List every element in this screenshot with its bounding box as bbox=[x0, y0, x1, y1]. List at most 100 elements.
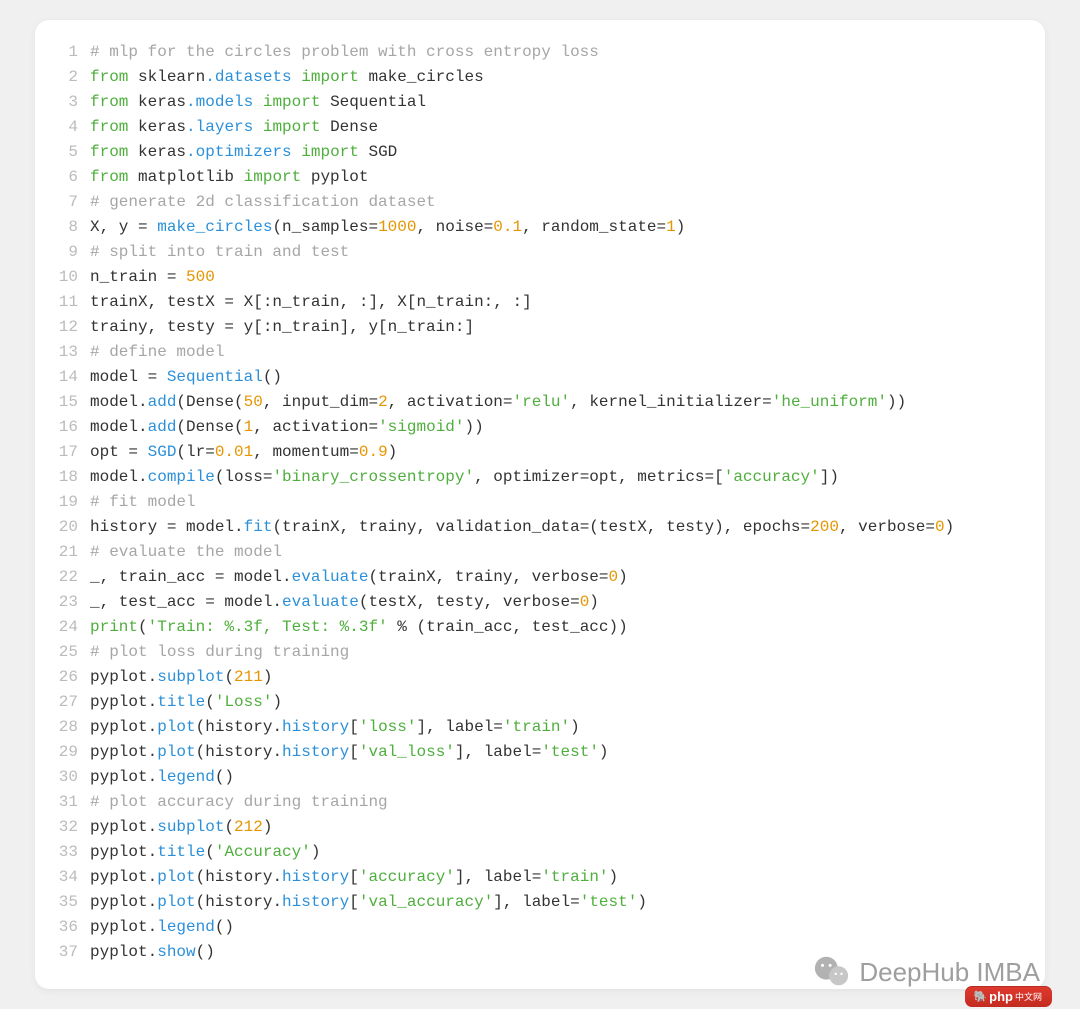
code-token: 0 bbox=[580, 593, 590, 611]
line-content: model.compile(loss='binary_crossentropy'… bbox=[90, 465, 839, 490]
line-number: 4 bbox=[50, 115, 78, 140]
code-token: pyplot. bbox=[90, 718, 157, 736]
php-elephant-icon: 🐘 bbox=[973, 990, 987, 1003]
line-content: pyplot.plot(history.history['accuracy'],… bbox=[90, 865, 618, 890]
code-line: 26pyplot.subplot(211) bbox=[50, 665, 1030, 690]
line-content: trainX, testX = X[:n_train, :], X[n_trai… bbox=[90, 290, 532, 315]
code-token: pyplot bbox=[311, 168, 369, 186]
line-number: 21 bbox=[50, 540, 78, 565]
code-token: pyplot. bbox=[90, 893, 157, 911]
code-token: 'Loss' bbox=[215, 693, 273, 711]
line-number: 29 bbox=[50, 740, 78, 765]
line-number: 27 bbox=[50, 690, 78, 715]
line-content: _, train_acc = model.evaluate(trainX, tr… bbox=[90, 565, 628, 590]
code-token: Sequential bbox=[330, 93, 426, 111]
line-content: pyplot.legend() bbox=[90, 765, 234, 790]
code-token: )) bbox=[887, 393, 906, 411]
code-token: from bbox=[90, 93, 138, 111]
code-token: plot bbox=[157, 743, 195, 761]
code-token: .models bbox=[186, 93, 253, 111]
line-number: 25 bbox=[50, 640, 78, 665]
code-token: (testX, testy, verbose= bbox=[359, 593, 580, 611]
code-token: pyplot. bbox=[90, 743, 157, 761]
code-token: 'Train: %.3f, Test: %.3f' bbox=[148, 618, 388, 636]
code-token: [ bbox=[349, 868, 359, 886]
code-token: make_circles bbox=[157, 218, 272, 236]
line-number: 10 bbox=[50, 265, 78, 290]
code-line: 25# plot loss during training bbox=[50, 640, 1030, 665]
code-token: model. bbox=[90, 393, 148, 411]
code-token: (n_samples= bbox=[272, 218, 378, 236]
line-content: pyplot.title('Loss') bbox=[90, 690, 282, 715]
code-token: evaluate bbox=[282, 593, 359, 611]
line-content: model.add(Dense(50, input_dim=2, activat… bbox=[90, 390, 906, 415]
line-number: 8 bbox=[50, 215, 78, 240]
line-content: trainy, testy = y[:n_train], y[n_train:] bbox=[90, 315, 474, 340]
wechat-icon bbox=[813, 953, 851, 991]
code-token: ) bbox=[945, 518, 955, 536]
line-number: 23 bbox=[50, 590, 78, 615]
code-token: pyplot. bbox=[90, 943, 157, 961]
code-token: )) bbox=[465, 418, 484, 436]
code-line: 24print('Train: %.3f, Test: %.3f' % (tra… bbox=[50, 615, 1030, 640]
code-token: , optimizer=opt, metrics=[ bbox=[474, 468, 724, 486]
code-token: trainy, testy = y[:n_train], y[n_train:] bbox=[90, 318, 474, 336]
code-token: plot bbox=[157, 893, 195, 911]
line-number: 9 bbox=[50, 240, 78, 265]
code-line: 7# generate 2d classification dataset bbox=[50, 190, 1030, 215]
code-token: 'train' bbox=[541, 868, 608, 886]
code-token: history = model. bbox=[90, 518, 244, 536]
line-content: n_train = 500 bbox=[90, 265, 215, 290]
code-line: 2from sklearn.datasets import make_circl… bbox=[50, 65, 1030, 90]
line-content: pyplot.plot(history.history['val_loss'],… bbox=[90, 740, 609, 765]
code-token: import bbox=[234, 168, 311, 186]
code-token: ) bbox=[311, 843, 321, 861]
code-token: plot bbox=[157, 868, 195, 886]
php-badge-label: php bbox=[989, 989, 1013, 1004]
code-line: 10 n_train = 500 bbox=[50, 265, 1030, 290]
code-token: 200 bbox=[810, 518, 839, 536]
code-token: ) bbox=[272, 693, 282, 711]
line-content: pyplot.plot(history.history['loss'], lab… bbox=[90, 715, 580, 740]
code-line: 28pyplot.plot(history.history['loss'], l… bbox=[50, 715, 1030, 740]
code-token: [ bbox=[349, 743, 359, 761]
line-number: 13 bbox=[50, 340, 78, 365]
code-token: title bbox=[157, 843, 205, 861]
code-token: SGD bbox=[148, 443, 177, 461]
code-token: ) bbox=[589, 593, 599, 611]
code-line: 4from keras.layers import Dense bbox=[50, 115, 1030, 140]
code-line: 9 # split into train and test bbox=[50, 240, 1030, 265]
watermark-text: DeepHub IMBA bbox=[859, 957, 1040, 988]
code-token: ) bbox=[618, 568, 628, 586]
code-token: ) bbox=[263, 668, 273, 686]
code-token: 'relu' bbox=[513, 393, 571, 411]
code-token: 'he_uniform' bbox=[772, 393, 887, 411]
code-token: history bbox=[282, 718, 349, 736]
line-content: model.add(Dense(1, activation='sigmoid')… bbox=[90, 415, 484, 440]
line-number: 32 bbox=[50, 815, 78, 840]
code-token: (lr= bbox=[176, 443, 214, 461]
code-line: 21 # evaluate the model bbox=[50, 540, 1030, 565]
code-token: 0 bbox=[935, 518, 945, 536]
code-token: show bbox=[157, 943, 195, 961]
line-content: pyplot.legend() bbox=[90, 915, 234, 940]
code-token: make_circles bbox=[368, 68, 483, 86]
code-token: subplot bbox=[157, 668, 224, 686]
code-line: 19# fit model bbox=[50, 490, 1030, 515]
code-line: 32pyplot.subplot(212) bbox=[50, 815, 1030, 840]
code-token: Sequential bbox=[167, 368, 263, 386]
code-line: 15model.add(Dense(50, input_dim=2, activ… bbox=[50, 390, 1030, 415]
line-content: # generate 2d classification dataset bbox=[90, 190, 436, 215]
code-token: pyplot. bbox=[90, 868, 157, 886]
line-content: from keras.optimizers import SGD bbox=[90, 140, 397, 165]
code-line: 13# define model bbox=[50, 340, 1030, 365]
code-token: 'binary_crossentropy' bbox=[272, 468, 474, 486]
code-token: 'val_loss' bbox=[359, 743, 455, 761]
code-token: ]) bbox=[820, 468, 839, 486]
code-token: 'sigmoid' bbox=[378, 418, 464, 436]
code-token: history bbox=[282, 743, 349, 761]
code-token: , verbose= bbox=[839, 518, 935, 536]
code-token: 0.01 bbox=[215, 443, 253, 461]
code-token: # evaluate the model bbox=[90, 543, 282, 561]
code-token: # split into train and test bbox=[90, 243, 349, 261]
